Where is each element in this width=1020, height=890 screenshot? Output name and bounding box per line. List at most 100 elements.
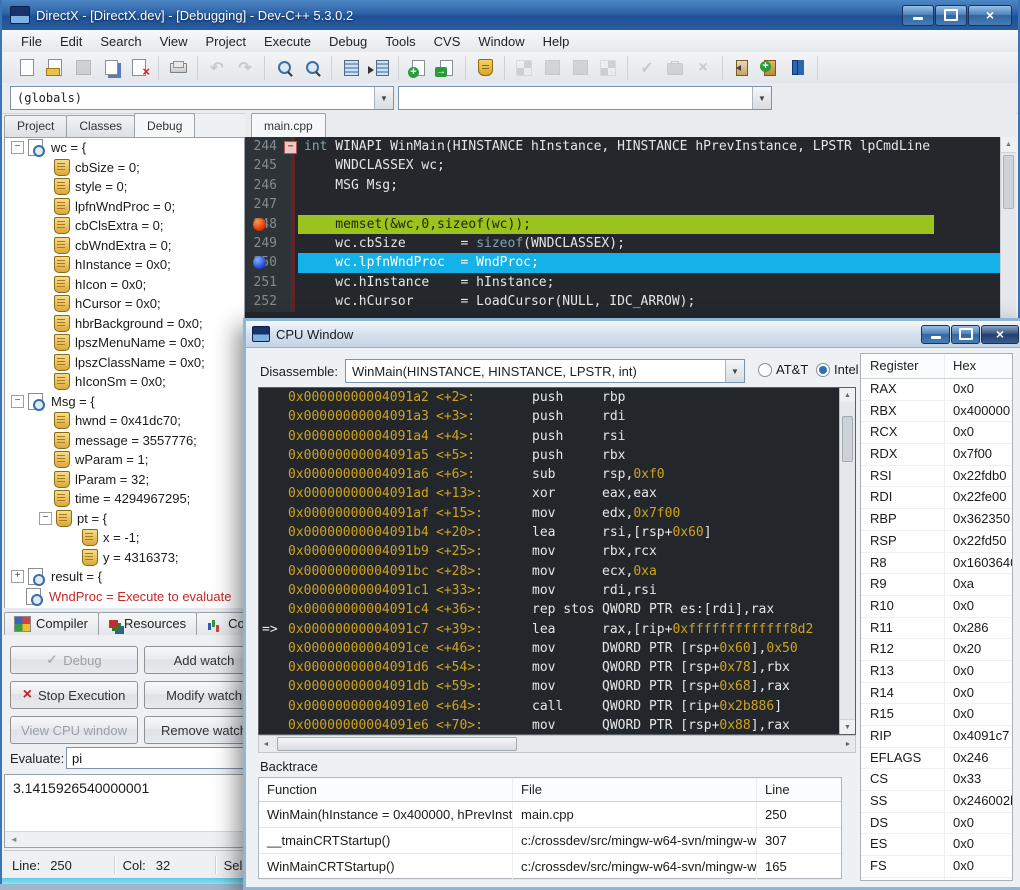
abort-icon[interactable]: × [692, 58, 714, 78]
line-number[interactable]: 247 [245, 195, 282, 214]
line-number[interactable]: 251 [245, 273, 282, 292]
watch-tree-row[interactable]: hIcon = 0x0; [5, 275, 244, 295]
scroll-up-icon[interactable]: ▲ [840, 388, 855, 402]
menu-item-debug[interactable]: Debug [320, 32, 376, 51]
tab-project[interactable]: Project [4, 115, 67, 137]
watch-tree-row[interactable]: time = 4294967295; [5, 489, 244, 509]
compile-icon[interactable] [513, 58, 535, 78]
watch-tree-row[interactable]: message = 3557776; [5, 431, 244, 451]
menu-item-edit[interactable]: Edit [51, 32, 91, 51]
watch-tree-row[interactable]: wParam = 1; [5, 450, 244, 470]
watch-tree-row[interactable]: hwnd = 0x41dc70; [5, 411, 244, 431]
code-editor[interactable]: 244−int WINAPI WinMain(HINSTANCE hInstan… [245, 137, 1016, 345]
watch-tree-row[interactable]: y = 4316373; [5, 548, 244, 568]
collapse-icon[interactable]: − [11, 395, 24, 408]
run-icon[interactable] [541, 58, 563, 78]
code-line[interactable]: 249 wc.cbSize = sizeof(WNDCLASSEX); [245, 234, 1016, 253]
watch-tree-row[interactable]: style = 0; [5, 177, 244, 197]
close-project-icon[interactable] [731, 58, 753, 78]
backtrace-row[interactable]: __tmainCRTStartup()c:/crossdev/src/mingw… [259, 828, 841, 854]
scrollbar-thumb[interactable] [1003, 155, 1014, 209]
watch-tree-row[interactable]: lParam = 32; [5, 470, 244, 490]
disassembly-horizontal-scrollbar[interactable]: ◄ ► [258, 735, 856, 753]
package-icon[interactable] [664, 58, 686, 78]
goto-function-icon[interactable] [368, 58, 390, 78]
menu-item-execute[interactable]: Execute [255, 32, 320, 51]
line-number[interactable]: 245 [245, 156, 282, 175]
menu-item-project[interactable]: Project [197, 32, 255, 51]
members-combobox[interactable]: ▼ [398, 86, 772, 110]
scroll-left-icon[interactable]: ◄ [5, 835, 18, 844]
menu-item-cvs[interactable]: CVS [425, 32, 470, 51]
tab-debug[interactable]: Debug [134, 113, 195, 137]
radio-intel[interactable]: Intel [816, 362, 859, 377]
tab-main-cpp[interactable]: main.cpp [251, 113, 326, 137]
rebuild-icon[interactable] [597, 58, 619, 78]
watch-tree-row[interactable]: lpszMenuName = 0x0; [5, 333, 244, 353]
insert-icon[interactable] [407, 58, 429, 78]
watch-tree-row[interactable]: −pt = { [5, 509, 244, 529]
compile-run-icon[interactable] [569, 58, 591, 78]
profile-icon[interactable] [474, 58, 496, 78]
radio-button-selected-icon[interactable] [816, 363, 830, 377]
code-line[interactable]: 244−int WINAPI WinMain(HINSTANCE hInstan… [245, 137, 1016, 156]
line-number[interactable]: 244 [245, 137, 282, 156]
fold-collapse-icon[interactable]: − [284, 141, 297, 154]
watch-tree-row[interactable]: hIconSm = 0x0; [5, 372, 244, 392]
line-number[interactable]: 250 [245, 253, 282, 272]
tab-compiler[interactable]: Compiler [4, 612, 99, 635]
cpu-close-button[interactable]: × [981, 325, 1019, 344]
line-number[interactable]: 246 [245, 176, 282, 195]
chevron-down-icon[interactable]: ▼ [374, 87, 393, 109]
menu-item-view[interactable]: View [151, 32, 197, 51]
tab-classes[interactable]: Classes [66, 115, 135, 137]
cpu-window-title-bar[interactable]: CPU Window × [246, 321, 1020, 348]
watch-tree-row[interactable]: hCursor = 0x0; [5, 294, 244, 314]
line-number[interactable]: 248 [245, 215, 282, 234]
maximize-button[interactable] [935, 5, 967, 26]
menu-item-search[interactable]: Search [91, 32, 150, 51]
tab-resources[interactable]: Resources [98, 612, 197, 635]
line-number[interactable]: 249 [245, 234, 282, 253]
code-line[interactable]: 248 memset(&wc,0,sizeof(wc)); [245, 215, 1016, 234]
expand-icon[interactable]: + [11, 570, 24, 583]
scrollbar-thumb[interactable] [277, 737, 517, 751]
result-horizontal-scrollbar[interactable]: ◄ [5, 831, 265, 847]
print-icon[interactable] [167, 58, 189, 78]
toggle-bookmark-icon[interactable] [435, 58, 457, 78]
collapse-icon[interactable]: − [11, 141, 24, 154]
stop-execution-button[interactable]: ×Stop Execution [10, 681, 138, 709]
code-line[interactable]: 252 wc.hCursor = LoadCursor(NULL, IDC_AR… [245, 292, 1016, 311]
chevron-down-icon[interactable]: ▼ [725, 360, 744, 382]
editor-vertical-scrollbar[interactable]: ▲ [1000, 137, 1016, 345]
menu-item-tools[interactable]: Tools [376, 32, 424, 51]
watch-tree-row[interactable]: x = -1; [5, 528, 244, 548]
watch-tree-row[interactable]: cbWndExtra = 0; [5, 236, 244, 256]
backtrace-row[interactable]: WinMain(hInstance = 0x400000, hPrevInsta… [259, 802, 841, 828]
watch-tree-row[interactable]: WndProc = Execute to evaluate [5, 587, 244, 607]
save-all-icon[interactable] [100, 58, 122, 78]
find-in-files-icon[interactable] [301, 58, 323, 78]
current-line-breakpoint-icon[interactable] [253, 256, 266, 269]
scroll-up-icon[interactable]: ▲ [1001, 137, 1016, 153]
chevron-down-icon[interactable]: ▼ [752, 87, 771, 109]
watch-tree[interactable]: −wc = {cbSize = 0;style = 0;lpfnWndProc … [4, 137, 245, 610]
undo-icon[interactable]: ↶ [206, 58, 228, 78]
disassembly-view[interactable]: 0x00000000004091a2<+2>:pushrbp0x00000000… [258, 387, 856, 735]
globals-combobox[interactable]: (globals) ▼ [10, 86, 394, 110]
watch-tree-row[interactable]: cbSize = 0; [5, 158, 244, 178]
watch-tree-row[interactable]: −wc = { [5, 138, 244, 158]
line-number[interactable]: 252 [245, 292, 282, 311]
find-icon[interactable] [273, 58, 295, 78]
backtrace-table[interactable]: FunctionFileLineWinMain(hInstance = 0x40… [258, 777, 842, 879]
new-project-icon[interactable] [759, 58, 781, 78]
scroll-down-icon[interactable]: ▼ [840, 719, 855, 734]
minimize-button[interactable] [902, 5, 934, 26]
backtrace-row[interactable]: WinMainCRTStartup()c:/crossdev/src/mingw… [259, 854, 841, 880]
scroll-left-icon[interactable]: ◄ [259, 741, 273, 748]
watch-tree-row[interactable]: hbrBackground = 0x0; [5, 314, 244, 334]
disassemble-function-combobox[interactable]: WinMain(HINSTANCE, HINSTANCE, LPSTR, int… [345, 359, 745, 383]
collapse-icon[interactable]: − [39, 512, 52, 525]
code-line[interactable]: 246 MSG Msg; [245, 176, 1016, 195]
radio-att[interactable]: AT&T [758, 362, 808, 377]
